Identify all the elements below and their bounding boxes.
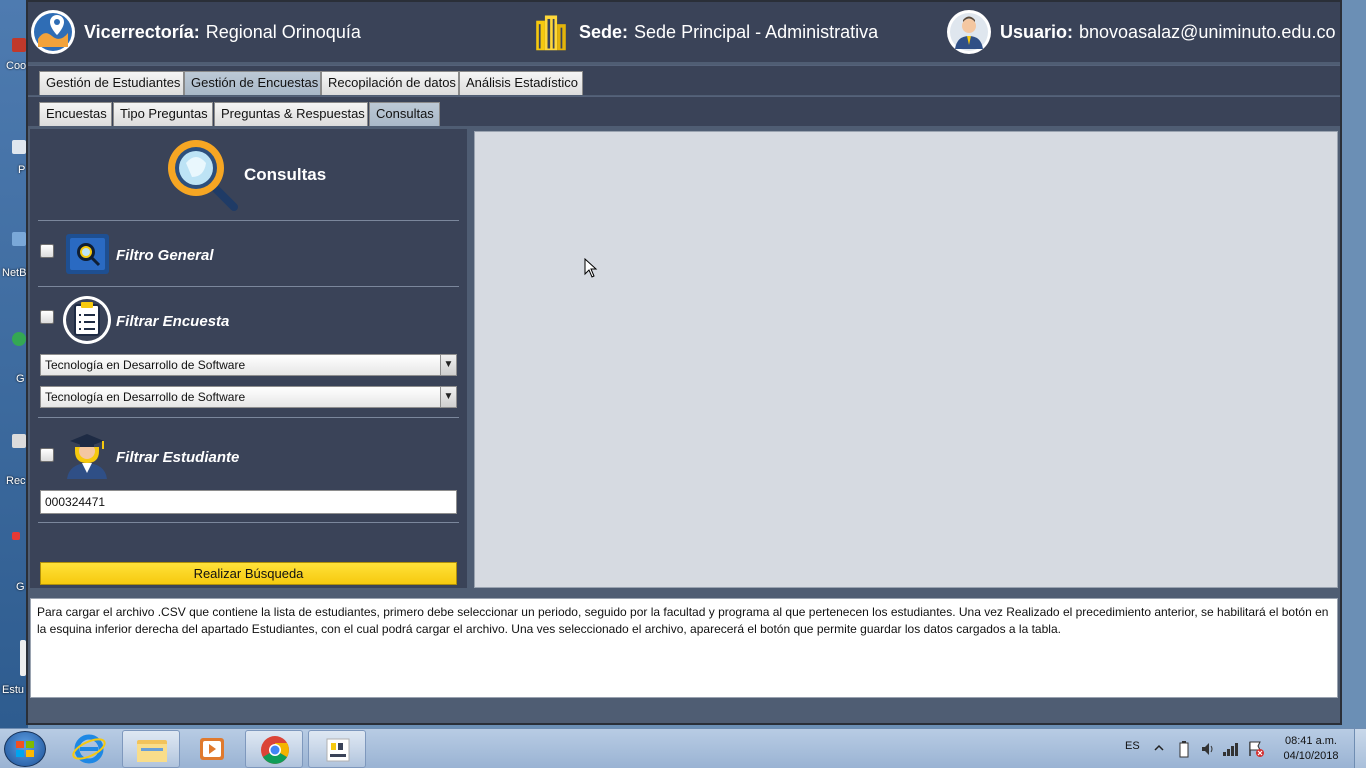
filtrar-encuesta-checkbox[interactable] [40, 310, 54, 324]
desktop-icon-label: Estu [2, 684, 25, 696]
divider [38, 286, 459, 287]
tab-analisis-estadistico[interactable]: Análisis Estadístico [459, 71, 583, 95]
sede-group: Sede: Sede Principal - Administrativa [531, 2, 878, 62]
desktop-icon-label: Coo [6, 60, 27, 72]
sede-value: Sede Principal - Administrativa [634, 21, 879, 42]
results-panel [474, 131, 1338, 588]
vicerrectoria-label: Vicerrectoría: [84, 21, 200, 42]
chevron-up-icon[interactable] [1153, 742, 1165, 754]
java-app-icon [326, 738, 350, 762]
filtrar-estudiante-checkbox[interactable] [40, 448, 54, 462]
desktop-icon-label: Rec [6, 475, 26, 487]
location-pin-icon [31, 10, 75, 54]
chrome-icon[interactable] [12, 332, 26, 346]
show-desktop-button[interactable] [1354, 729, 1366, 768]
taskbar: ES 08:41 a.m. 04/10/2018 [0, 728, 1366, 768]
encuesta-survey-select[interactable]: Tecnología en Desarrollo de Software ▼ [40, 386, 457, 408]
main-tab-bar: Gestión de Estudiantes Gestión de Encues… [28, 65, 1340, 95]
start-button[interactable] [4, 731, 46, 767]
divider [38, 417, 459, 418]
encuesta-program-select[interactable]: Tecnología en Desarrollo de Software ▼ [40, 354, 457, 376]
user-avatar-icon [947, 10, 991, 54]
help-text-area: Para cargar el archivo .CSV que contiene… [30, 598, 1338, 698]
filtrar-encuesta-label: Filtrar Encuesta [116, 313, 230, 330]
filter-general-icon [66, 234, 109, 274]
filtro-general-checkbox[interactable] [40, 244, 54, 258]
tab-gestion-estudiantes[interactable]: Gestión de Estudiantes [39, 71, 184, 95]
system-clock[interactable]: 08:41 a.m. 04/10/2018 [1276, 734, 1346, 764]
windows-logo-icon [16, 741, 34, 757]
desktop-app-icon[interactable] [12, 232, 26, 246]
select-value: Tecnología en Desarrollo de Software [45, 358, 246, 372]
tab-recopilacion-datos[interactable]: Recopilación de datos [321, 71, 459, 95]
action-center-flag-icon[interactable] [1247, 740, 1265, 758]
vicerrectoria-group: Vicerrectoría: Regional Orinoquía [30, 2, 361, 62]
clock-time: 08:41 a.m. [1285, 735, 1337, 747]
language-indicator[interactable]: ES [1125, 740, 1140, 752]
usuario-value: bnovoasalaz@uniminuto.edu.co [1079, 21, 1336, 42]
tab-tipo-preguntas[interactable]: Tipo Preguntas [113, 102, 213, 126]
tab-gestion-encuestas[interactable]: Gestión de Encuestas [184, 71, 321, 95]
desktop-app-icon[interactable] [12, 532, 20, 540]
taskbar-java-app[interactable] [308, 730, 366, 768]
desktop-background: Coo P De NetB G C Rec G C Estu [0, 0, 28, 728]
app-header: Vicerrectoría: Regional Orinoquía Sede: … [28, 2, 1340, 62]
usuario-group: Usuario: bnovoasalaz@uniminuto.edu.co [946, 2, 1335, 62]
folder-icon [137, 740, 167, 762]
chrome-icon [261, 736, 289, 764]
desktop-icon-label: NetB [2, 267, 27, 279]
select-value: Tecnología en Desarrollo de Software [45, 390, 246, 404]
filtrar-estudiante-label: Filtrar Estudiante [116, 449, 240, 466]
sub-tab-bar: Encuestas Tipo Preguntas Preguntas & Res… [28, 96, 1340, 126]
clock-date: 04/10/2018 [1283, 750, 1339, 762]
clipboard-icon [63, 296, 111, 344]
media-player-icon [200, 738, 224, 760]
filtro-general-label: Filtro General [116, 247, 214, 264]
consultas-filter-panel: Consultas Filtro General Filtrar Encuest… [30, 129, 467, 588]
app-window: Vicerrectoría: Regional Orinoquía Sede: … [26, 0, 1342, 725]
divider [38, 220, 459, 221]
graduate-student-icon [67, 434, 107, 479]
chevron-down-icon[interactable]: ▼ [440, 387, 456, 407]
tab-encuestas[interactable]: Encuestas [39, 102, 112, 126]
panel-title: Consultas [244, 165, 327, 184]
vicerrectoria-value: Regional Orinoquía [205, 21, 361, 42]
tab-preguntas-respuestas[interactable]: Preguntas & Respuestas [214, 102, 368, 126]
network-signal-icon[interactable] [1222, 741, 1240, 757]
chevron-down-icon[interactable]: ▼ [440, 355, 456, 375]
desktop-app-icon[interactable] [12, 140, 26, 154]
sede-label: Sede: [579, 21, 629, 42]
building-icon [536, 15, 566, 51]
battery-icon[interactable] [1178, 740, 1190, 758]
divider [38, 522, 459, 523]
tab-consultas[interactable]: Consultas [369, 102, 440, 126]
student-id-input[interactable]: 000324471 [40, 490, 457, 514]
realizar-busqueda-button[interactable]: Realizar Búsqueda [40, 562, 457, 585]
internet-explorer-icon [72, 734, 106, 764]
taskbar-file-explorer[interactable] [122, 730, 180, 768]
usuario-label: Usuario: [1000, 21, 1074, 42]
desktop-app-icon[interactable] [12, 38, 26, 52]
magnifier-icon [168, 140, 238, 211]
mouse-cursor-icon [584, 258, 598, 278]
taskbar-media-player[interactable] [183, 730, 241, 768]
taskbar-internet-explorer[interactable] [60, 730, 118, 768]
taskbar-chrome[interactable] [245, 730, 303, 768]
speaker-icon[interactable] [1200, 741, 1216, 757]
recycle-bin-icon[interactable] [12, 434, 26, 448]
